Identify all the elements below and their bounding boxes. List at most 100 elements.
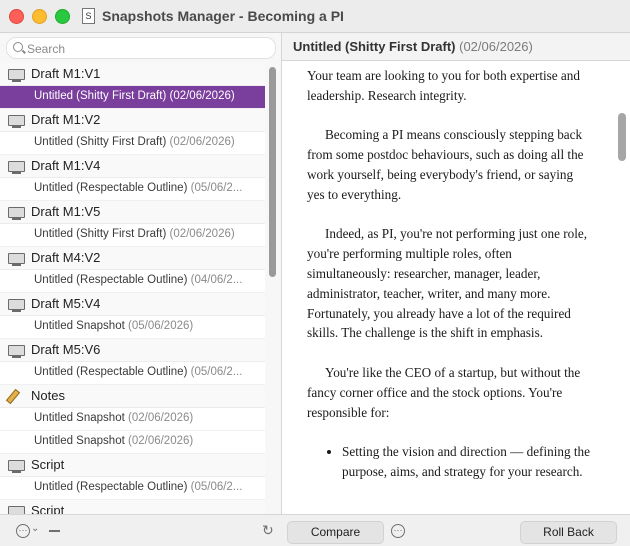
snapshot-item-date: (02/06/2026) <box>128 412 194 424</box>
remove-snapshot-button[interactable] <box>49 530 60 532</box>
snapshot-item-name: Untitled Snapshot <box>34 412 125 424</box>
monitor-icon <box>8 460 25 473</box>
refresh-icon[interactable]: ↻ <box>262 522 274 539</box>
search-input[interactable] <box>25 39 269 59</box>
snapshot-group[interactable]: Draft M1:V4 <box>0 155 265 178</box>
snapshot-item-date: (02/06/2026) <box>169 90 235 102</box>
monitor-icon <box>8 506 25 514</box>
snapshot-group[interactable]: Draft M4:V2 <box>0 247 265 270</box>
snapshot-item[interactable]: Untitled (Respectable Outline) (05/06/2.… <box>0 362 265 385</box>
snapshot-group[interactable]: Draft M1:V1 <box>0 63 265 86</box>
title-bar: S Snapshots Manager - Becoming a PI <box>0 0 630 33</box>
snapshot-item-date: (05/06/2... <box>190 366 243 378</box>
snapshot-group-label: Draft M1:V1 <box>31 66 101 81</box>
snapshot-group[interactable]: Notes <box>0 385 265 408</box>
search-icon <box>13 42 23 52</box>
snapshot-item-name: Untitled (Shitty First Draft) <box>34 228 167 240</box>
monitor-icon <box>8 345 25 358</box>
pencil-icon <box>5 388 21 405</box>
content-scrollbar-thumb[interactable] <box>618 113 626 161</box>
snapshot-item-name: Untitled (Respectable Outline) <box>34 366 188 378</box>
content-paragraph: You're like the CEO of a startup, but wi… <box>307 364 581 420</box>
snapshot-item[interactable]: Untitled (Respectable Outline) (04/06/2.… <box>0 270 265 293</box>
sidebar-scrollbar[interactable] <box>268 63 276 514</box>
search-field[interactable] <box>6 37 276 59</box>
snapshot-item-name: Untitled Snapshot <box>34 320 125 332</box>
snapshot-item-label: Untitled (Shitty First Draft) (02/06/202… <box>34 90 235 102</box>
document-icon: S <box>82 8 95 24</box>
snapshot-content[interactable]: Your team are looking to you for both ex… <box>282 61 630 514</box>
snapshot-item[interactable]: Untitled (Shitty First Draft) (02/06/202… <box>0 132 265 155</box>
roll-back-button[interactable]: Roll Back <box>520 521 617 544</box>
compare-options-icon[interactable]: ⋯ <box>391 524 405 538</box>
snapshot-title-name: Untitled (Shitty First Draft) <box>293 39 456 54</box>
snapshots-manager-window: S Snapshots Manager - Becoming a PI Draf… <box>0 0 630 546</box>
snapshot-item[interactable]: Untitled (Respectable Outline) (05/06/2.… <box>0 178 265 201</box>
content-scrollbar[interactable] <box>617 61 627 514</box>
snapshot-item-label: Untitled Snapshot (02/06/2026) <box>34 435 193 447</box>
snapshot-item[interactable]: Untitled (Respectable Outline) (05/06/2.… <box>0 477 265 500</box>
more-options-icon[interactable]: ⋯ <box>16 524 30 538</box>
window-title: Snapshots Manager - Becoming a PI <box>102 8 344 24</box>
snapshot-group-label: Notes <box>31 388 65 403</box>
snapshot-group[interactable]: Draft M5:V6 <box>0 339 265 362</box>
monitor-icon <box>8 299 25 312</box>
snapshot-item[interactable]: Untitled Snapshot (02/06/2026) <box>0 408 265 431</box>
content-paragraph: Becoming a PI means consciously stepping… <box>307 127 584 202</box>
snapshot-list: Draft M1:V1 Untitled (Shitty First Draft)… <box>0 63 265 514</box>
zoom-window-button[interactable] <box>55 9 70 24</box>
snapshot-item-date: (02/06/2026) <box>169 228 235 240</box>
snapshot-group-label: Draft M5:V6 <box>31 342 101 357</box>
snapshot-item-date: (05/06/2... <box>190 481 243 493</box>
snapshot-item-label: Untitled (Shitty First Draft) (02/06/202… <box>34 136 235 148</box>
snapshot-item-date: (02/06/2026) <box>128 435 194 447</box>
snapshot-item-date: (04/06/2... <box>190 274 243 286</box>
snapshot-item-label: Untitled (Shitty First Draft) (02/06/202… <box>34 228 235 240</box>
snapshot-group-label: Script <box>31 457 65 472</box>
snapshot-item-label: Untitled Snapshot (02/06/2026) <box>34 412 193 424</box>
snapshot-text: Your team are looking to you for both ex… <box>307 66 592 482</box>
content-paragraph: Indeed, as PI, you're not performing jus… <box>307 226 588 341</box>
snapshot-item-label: Untitled (Respectable Outline) (04/06/2.… <box>34 274 242 286</box>
snapshot-header: Untitled (Shitty First Draft) (02/06/202… <box>282 33 630 61</box>
snapshot-group-label: Draft M1:V4 <box>31 158 101 173</box>
snapshot-item-name: Untitled Snapshot <box>34 435 125 447</box>
snapshot-group[interactable]: Draft M1:V5 <box>0 201 265 224</box>
monitor-icon <box>8 161 25 174</box>
snapshot-group[interactable]: Script <box>0 500 265 514</box>
snapshot-sidebar: Draft M1:V1 Untitled (Shitty First Draft)… <box>0 33 282 514</box>
snapshot-item-name: Untitled (Respectable Outline) <box>34 182 188 194</box>
sidebar-scrollbar-thumb[interactable] <box>269 67 276 277</box>
content-bullet-list: Setting the vision and direction — defin… <box>307 442 592 482</box>
chevron-down-icon[interactable]: ⌄ <box>31 523 39 534</box>
minimize-window-button[interactable] <box>32 9 47 24</box>
bottom-toolbar: ⋯ ⌄ ↻ Compare ⋯ Roll Back <box>0 514 630 546</box>
snapshot-item[interactable]: Untitled (Shitty First Draft) (02/06/202… <box>0 224 265 247</box>
snapshot-group-label: Draft M4:V2 <box>31 250 101 265</box>
snapshot-item-date: (05/06/2026) <box>128 320 194 332</box>
snapshot-item-label: Untitled (Respectable Outline) (05/06/2.… <box>34 481 242 493</box>
snapshot-group[interactable]: Script <box>0 454 265 477</box>
close-window-button[interactable] <box>9 9 24 24</box>
snapshot-group-label: Draft M1:V5 <box>31 204 101 219</box>
snapshot-item-name: Untitled (Shitty First Draft) <box>34 90 167 102</box>
snapshot-item-label: Untitled Snapshot (05/06/2026) <box>34 320 193 332</box>
snapshot-group-label: Draft M5:V4 <box>31 296 101 311</box>
monitor-icon <box>8 253 25 266</box>
snapshot-title-date: (02/06/2026) <box>459 39 533 54</box>
snapshot-item[interactable]: Untitled Snapshot (02/06/2026) <box>0 431 265 454</box>
snapshot-item-label: Untitled (Respectable Outline) (05/06/2.… <box>34 182 242 194</box>
content-bullet: Setting the vision and direction — defin… <box>342 442 592 482</box>
compare-button[interactable]: Compare <box>287 521 384 544</box>
monitor-icon <box>8 69 25 82</box>
snapshot-item-date: (05/06/2... <box>190 182 243 194</box>
content-paragraph: Your team are looking to you for both ex… <box>307 68 580 103</box>
snapshot-item[interactable]: Untitled (Shitty First Draft) (02/06/202… <box>0 86 265 109</box>
snapshot-group-label: Script <box>31 503 65 514</box>
snapshot-group[interactable]: Draft M5:V4 <box>0 293 265 316</box>
snapshot-item-date: (02/06/2026) <box>169 136 235 148</box>
snapshot-group[interactable]: Draft M1:V2 <box>0 109 265 132</box>
snapshot-item-name: Untitled (Respectable Outline) <box>34 481 188 493</box>
snapshot-item[interactable]: Untitled Snapshot (05/06/2026) <box>0 316 265 339</box>
snapshot-item-label: Untitled (Respectable Outline) (05/06/2.… <box>34 366 242 378</box>
